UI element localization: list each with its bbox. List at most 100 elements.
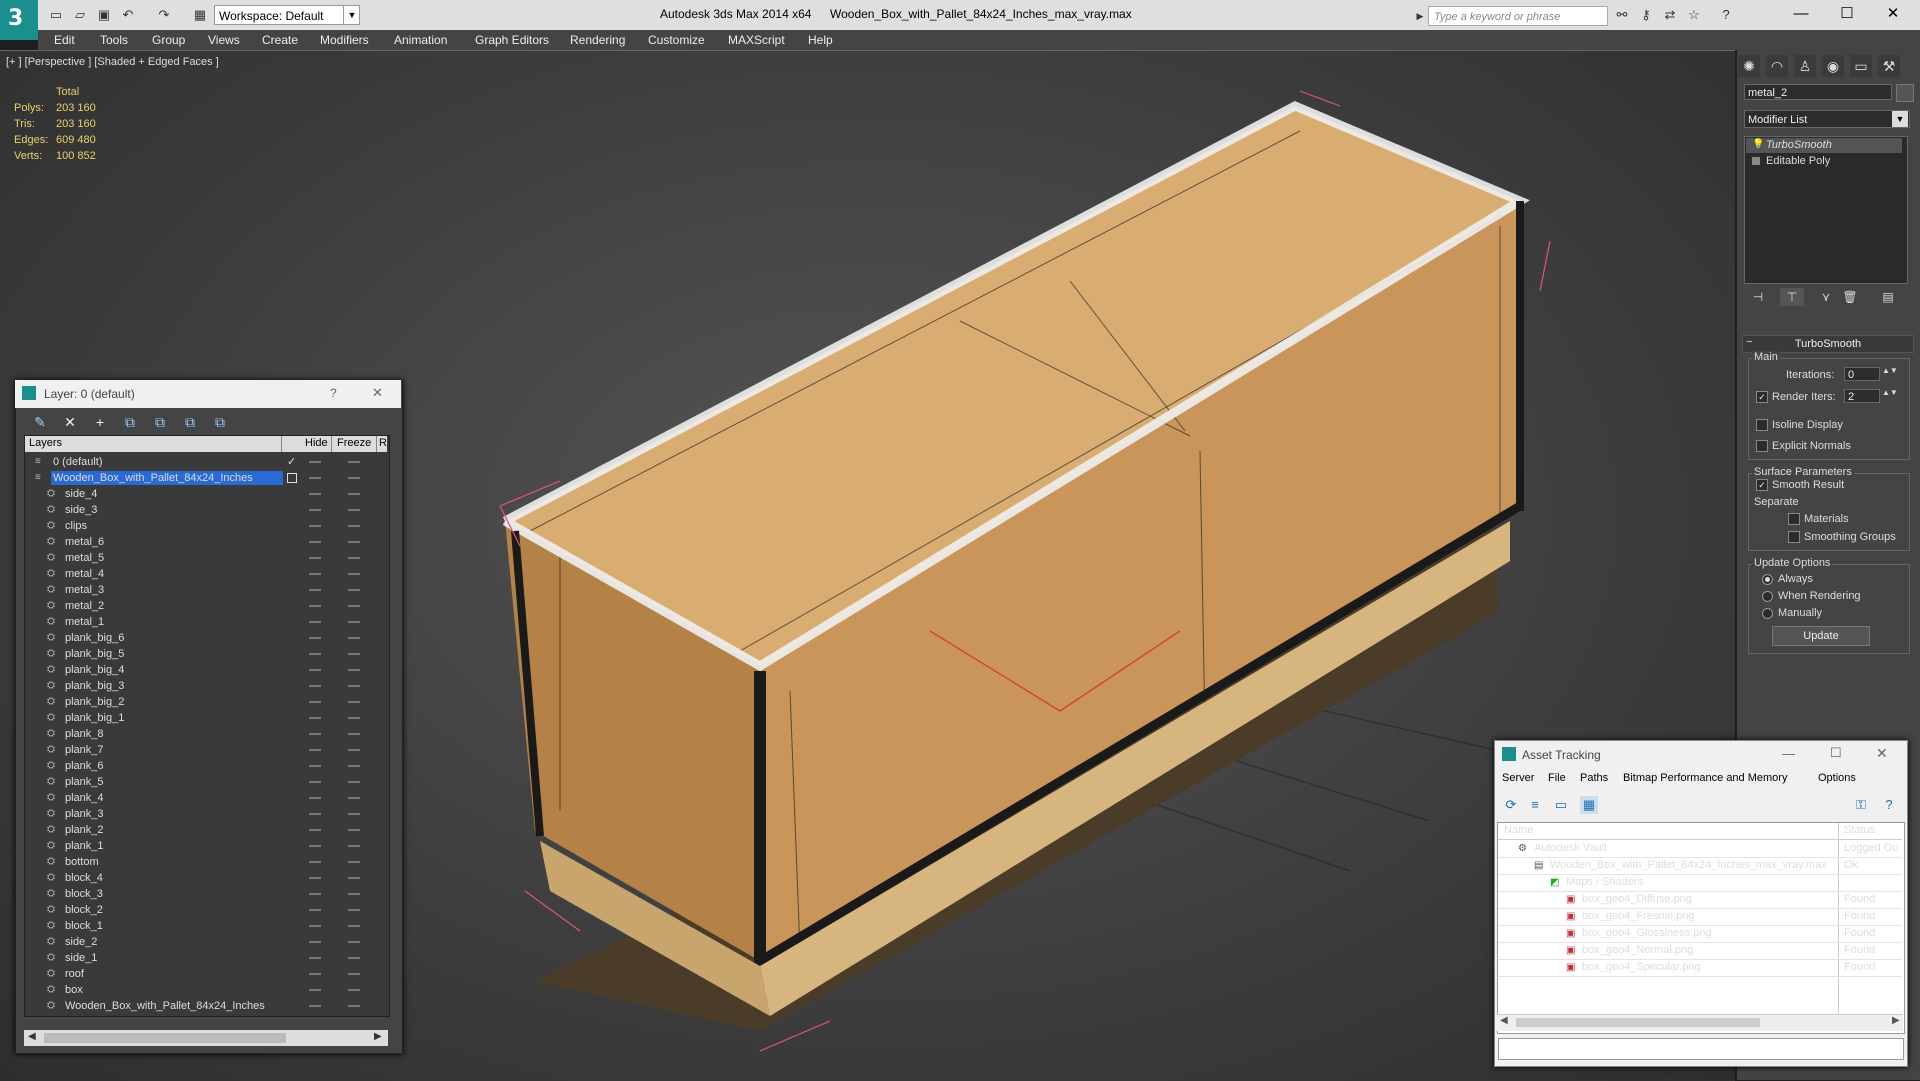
layer-row[interactable]: ⛭ plank_3 bbox=[25, 806, 387, 822]
freeze-toggle[interactable] bbox=[348, 669, 360, 671]
freeze-toggle[interactable] bbox=[348, 861, 360, 863]
freeze-toggle[interactable] bbox=[348, 893, 360, 895]
menu-edit[interactable]: Edit bbox=[54, 33, 75, 47]
hide-toggle[interactable] bbox=[309, 861, 321, 863]
hide-toggle[interactable] bbox=[309, 749, 321, 751]
hide-toggle[interactable] bbox=[309, 893, 321, 895]
asset-row[interactable]: ▣ box_geo4_Diffuse.png Found bbox=[1498, 891, 1902, 909]
lightbulb-icon[interactable]: 💡 bbox=[1752, 139, 1764, 150]
freeze-toggle[interactable] bbox=[348, 765, 360, 767]
undo-icon[interactable]: ↶ bbox=[120, 7, 136, 23]
object-color-swatch[interactable] bbox=[1896, 84, 1914, 102]
scroll-right-icon[interactable]: ▶ bbox=[1892, 1015, 1900, 1026]
asset-menu-server[interactable]: Server bbox=[1502, 772, 1534, 784]
hide-toggle[interactable] bbox=[309, 1005, 321, 1007]
pin-stack-icon[interactable]: ⊣ bbox=[1746, 288, 1770, 306]
scroll-right-icon[interactable]: ▶ bbox=[374, 1031, 382, 1042]
set-current-icon[interactable]: ⧉ bbox=[178, 412, 202, 432]
add-to-layer-icon[interactable]: + bbox=[88, 412, 112, 432]
hide-toggle[interactable] bbox=[309, 973, 321, 975]
smooth-result-checkbox[interactable]: ✓ bbox=[1756, 479, 1768, 491]
hide-toggle[interactable] bbox=[309, 989, 321, 991]
freeze-toggle[interactable] bbox=[348, 717, 360, 719]
hide-toggle[interactable] bbox=[309, 461, 321, 463]
freeze-toggle[interactable] bbox=[348, 541, 360, 543]
smoothing-groups-checkbox[interactable] bbox=[1788, 531, 1800, 543]
materials-checkbox[interactable] bbox=[1788, 513, 1800, 525]
asset-row[interactable]: ▣ box_geo4_Fresnel.png Found bbox=[1498, 908, 1902, 926]
freeze-toggle[interactable] bbox=[348, 845, 360, 847]
redo-icon[interactable]: ↷ bbox=[156, 7, 172, 23]
layer-row[interactable]: ⛭ bottom bbox=[25, 854, 387, 870]
layer-row[interactable]: ⛭ plank_big_1 bbox=[25, 710, 387, 726]
menu-customize[interactable]: Customize bbox=[648, 33, 705, 47]
workspace-dropdown[interactable]: Workspace: Default bbox=[214, 5, 360, 25]
when-rendering-radio[interactable] bbox=[1762, 591, 1773, 602]
freeze-toggle[interactable] bbox=[348, 1005, 360, 1007]
update-button[interactable]: Update bbox=[1772, 626, 1870, 646]
explicit-normals-checkbox[interactable] bbox=[1756, 440, 1768, 452]
thumbnail-view-icon[interactable]: ▭ bbox=[1552, 796, 1570, 814]
asset-help-icon[interactable]: ? bbox=[1880, 796, 1898, 814]
iterations-spinner[interactable]: 0 bbox=[1844, 367, 1880, 381]
close-icon[interactable]: ✕ bbox=[372, 385, 383, 401]
freeze-toggle[interactable] bbox=[348, 621, 360, 623]
freeze-toggle[interactable] bbox=[348, 685, 360, 687]
layer-row[interactable]: ⛭ plank_big_3 bbox=[25, 678, 387, 694]
motion-tab-icon[interactable]: ◉ bbox=[1822, 55, 1844, 77]
modifier-list-dropdown[interactable]: Modifier List bbox=[1744, 110, 1910, 128]
scrollbar-thumb[interactable] bbox=[44, 1033, 286, 1043]
help-icon[interactable]: ? bbox=[330, 386, 337, 400]
open-file-icon[interactable]: ▱ bbox=[72, 7, 88, 23]
layer-row[interactable]: ⛭ metal_5 bbox=[25, 550, 387, 566]
menu-help[interactable]: Help bbox=[808, 33, 833, 47]
asset-menu-bitmap[interactable]: Bitmap Performance and Memory bbox=[1623, 772, 1787, 784]
show-end-result-icon[interactable]: ⊤ bbox=[1780, 288, 1804, 306]
plus-icon[interactable] bbox=[1752, 157, 1760, 165]
menu-rendering[interactable]: Rendering bbox=[570, 33, 625, 47]
menu-maxscript[interactable]: MAXScript bbox=[728, 33, 785, 47]
spinner-arrows-icon[interactable]: ▲▼ bbox=[1882, 366, 1898, 375]
create-tab-icon[interactable]: ✺ bbox=[1738, 55, 1760, 77]
asset-row[interactable]: ◩ Maps / Shaders bbox=[1498, 874, 1902, 892]
hold-icon[interactable]: ▦ bbox=[192, 7, 208, 23]
layer-row[interactable]: ⛭ side_2 bbox=[25, 934, 387, 950]
freeze-toggle[interactable] bbox=[348, 973, 360, 975]
minimize-icon[interactable]: — bbox=[1778, 0, 1824, 30]
freeze-toggle[interactable] bbox=[348, 605, 360, 607]
layer-row[interactable]: ≡ Wooden_Box_with_Pallet_84x24_Inches bbox=[25, 470, 387, 486]
layer-row[interactable]: ⛭ plank_8 bbox=[25, 726, 387, 742]
exchange-icon[interactable]: ⇄ bbox=[1662, 7, 1678, 23]
layer-row[interactable]: ⛭ roof bbox=[25, 966, 387, 982]
search-expand-icon[interactable]: ▶ bbox=[1412, 8, 1428, 24]
viewport-label[interactable]: [+ ] [Perspective ] [Shaded + Edged Face… bbox=[6, 56, 219, 68]
save-file-icon[interactable]: ▣ bbox=[96, 7, 112, 23]
modify-tab-icon[interactable]: ◠ bbox=[1766, 55, 1788, 77]
col-status[interactable]: Status bbox=[1844, 824, 1875, 836]
maximize-icon[interactable]: ☐ bbox=[1824, 0, 1870, 30]
refresh-icon[interactable]: ⟳ bbox=[1502, 796, 1520, 814]
spinner-arrows-icon[interactable]: ▲▼ bbox=[1882, 388, 1898, 397]
hide-toggle[interactable] bbox=[309, 765, 321, 767]
asset-menu-options[interactable]: Options bbox=[1818, 772, 1856, 784]
scroll-left-icon[interactable]: ◀ bbox=[28, 1031, 36, 1042]
layer-row[interactable]: ⛭ plank_big_4 bbox=[25, 662, 387, 678]
layer-row[interactable]: ⛭ plank_big_2 bbox=[25, 694, 387, 710]
search-input[interactable]: Type a keyword or phrase bbox=[1428, 6, 1608, 26]
delete-layer-icon[interactable]: ✕ bbox=[58, 412, 82, 432]
layer-row[interactable]: ⛭ metal_3 bbox=[25, 582, 387, 598]
manually-radio[interactable] bbox=[1762, 608, 1773, 619]
hide-toggle[interactable] bbox=[309, 829, 321, 831]
col-render[interactable]: R bbox=[379, 437, 387, 449]
menu-group[interactable]: Group bbox=[152, 33, 185, 47]
asset-menu-paths[interactable]: Paths bbox=[1580, 772, 1608, 784]
current-layer-check-icon[interactable]: ✓ bbox=[287, 454, 296, 470]
hide-toggle[interactable] bbox=[309, 525, 321, 527]
layer-row[interactable]: ⛭ plank_5 bbox=[25, 774, 387, 790]
binoculars-icon[interactable]: ⚯ bbox=[1614, 7, 1630, 23]
layer-row[interactable]: ⛭ clips bbox=[25, 518, 387, 534]
help-icon[interactable]: ? bbox=[1718, 7, 1734, 23]
layer-row[interactable]: ⛭ block_4 bbox=[25, 870, 387, 886]
asset-row[interactable]: ▣ box_geo4_Normal.png Found bbox=[1498, 942, 1902, 960]
minimize-icon[interactable]: — bbox=[1782, 746, 1795, 761]
